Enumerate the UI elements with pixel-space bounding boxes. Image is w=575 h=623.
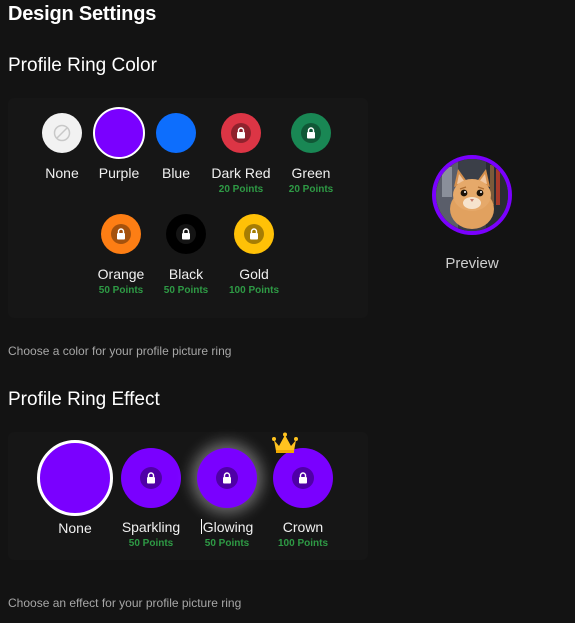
effect-option-glowing[interactable]: Glowing 50 Points (187, 448, 267, 550)
cat-photo-image (436, 159, 508, 231)
lock-icon (176, 224, 196, 244)
effect-option-label: Sparkling (121, 519, 181, 535)
effect-option-label-text: Glowing (202, 519, 254, 535)
points-cost: 20 Points (218, 184, 264, 195)
color-option-label: Dark Red (211, 165, 271, 181)
points-cost: 100 Points (228, 285, 280, 296)
ring-color-hint: Choose a color for your profile picture … (8, 344, 232, 358)
lock-icon (216, 467, 238, 489)
black-swatch (166, 214, 206, 254)
crown-icon (272, 432, 298, 453)
color-option-gold[interactable]: Gold 100 Points (214, 214, 294, 297)
effect-option-label: Crown (282, 519, 324, 535)
color-option-label: Gold (239, 266, 269, 282)
points-cost: 20 Points (288, 184, 334, 195)
crown-swatch (273, 448, 333, 508)
points-cost: 100 Points (277, 538, 329, 549)
effect-none-swatch-selected (37, 440, 113, 516)
green-swatch (291, 113, 331, 153)
no-symbol-icon (53, 124, 71, 142)
preview: Preview (432, 155, 512, 272)
effect-option-none[interactable]: None (35, 440, 115, 536)
points-cost: 50 Points (128, 538, 174, 549)
lock-icon (301, 123, 321, 143)
color-option-green[interactable]: Green 20 Points (271, 113, 351, 196)
lock-icon (111, 224, 131, 244)
lock-icon (292, 467, 314, 489)
avatar-preview (432, 155, 512, 235)
glowing-swatch (197, 448, 257, 508)
lock-icon (140, 467, 162, 489)
dark-red-swatch (221, 113, 261, 153)
gold-swatch (234, 214, 274, 254)
color-option-dark-red[interactable]: Dark Red 20 Points (201, 113, 281, 196)
blue-swatch (156, 113, 196, 153)
orange-swatch (101, 214, 141, 254)
lock-icon (244, 224, 264, 244)
page-title: Design Settings (8, 3, 157, 25)
effect-option-label: None (58, 520, 92, 536)
no-color-swatch (42, 113, 82, 153)
effect-option-sparkling[interactable]: Sparkling 50 Points (111, 448, 191, 550)
color-option-label: Green (291, 165, 331, 181)
section-title-ring-effect: Profile Ring Effect (8, 389, 160, 410)
preview-label: Preview (445, 255, 499, 272)
lock-icon (231, 123, 251, 143)
effect-option-crown[interactable]: Crown 100 Points (263, 448, 343, 550)
effect-option-label: Glowing (187, 519, 267, 535)
ring-effect-hint: Choose an effect for your profile pictur… (8, 596, 242, 610)
section-title-ring-color: Profile Ring Color (8, 55, 157, 76)
text-cursor (200, 519, 202, 534)
points-cost: 50 Points (204, 538, 250, 549)
sparkling-swatch (121, 448, 181, 508)
